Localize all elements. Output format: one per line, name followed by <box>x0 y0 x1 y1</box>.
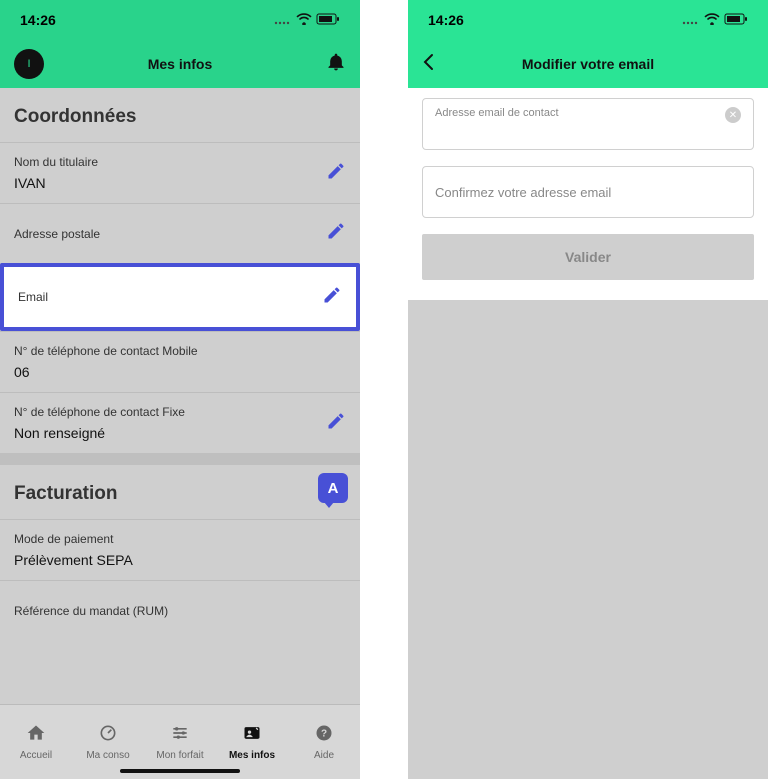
page-title: Modifier votre email <box>408 56 768 72</box>
mandate-label: Référence du mandat (RUM) <box>14 604 168 618</box>
header: I Mes infos <box>0 40 360 88</box>
edit-icon[interactable] <box>326 411 346 436</box>
edit-icon[interactable] <box>326 161 346 186</box>
payment-value: Prélèvement SEPA <box>14 552 133 568</box>
wifi-icon <box>296 12 312 28</box>
cellular-icon <box>682 12 700 28</box>
payment-label: Mode de paiement <box>14 532 133 546</box>
section-divider <box>0 453 360 465</box>
wifi-icon <box>704 12 720 28</box>
row-mobile-phone: N° de téléphone de contact Mobile 06 <box>0 331 360 392</box>
confirm-email-placeholder: Confirmez votre adresse email <box>435 185 611 200</box>
tab-label: Mon forfait <box>156 750 203 761</box>
help-icon: ? <box>314 723 334 746</box>
validate-button[interactable]: Valider <box>422 234 754 280</box>
status-icons <box>274 12 340 28</box>
tab-label: Mes infos <box>229 750 275 761</box>
notifications-icon[interactable] <box>326 52 346 77</box>
mobile-value: 06 <box>14 364 198 380</box>
tab-accueil[interactable]: Accueil <box>0 705 72 779</box>
status-bar: 14:26 <box>0 0 360 40</box>
back-button[interactable] <box>422 53 436 76</box>
clear-icon[interactable]: ✕ <box>725 107 741 123</box>
confirm-email-input[interactable]: Confirmez votre adresse email <box>422 166 754 218</box>
tab-bar: Accueil Ma conso Mon forfait Mes infos ?… <box>0 704 360 779</box>
row-email-highlighted[interactable]: Email <box>0 263 360 331</box>
screenshot-gap <box>360 0 408 779</box>
phone-left-my-info: 14:26 I Mes infos Coordonnées Nom du tit… <box>0 0 360 779</box>
status-icons <box>682 12 748 28</box>
user-card-icon <box>242 723 262 746</box>
tab-mon-forfait[interactable]: Mon forfait <box>144 705 216 779</box>
tab-aide[interactable]: ? Aide <box>288 705 360 779</box>
mobile-label: N° de téléphone de contact Mobile <box>14 344 198 358</box>
status-time: 14:26 <box>20 12 56 28</box>
home-icon <box>26 723 46 746</box>
avatar[interactable]: I <box>14 49 44 79</box>
row-holder-name: Nom du titulaire IVAN <box>0 142 360 203</box>
postal-label: Adresse postale <box>14 227 100 241</box>
annotation-marker-a: A <box>318 473 348 503</box>
tab-ma-conso[interactable]: Ma conso <box>72 705 144 779</box>
battery-icon <box>724 12 748 28</box>
row-postal-address: Adresse postale <box>0 203 360 263</box>
battery-icon <box>316 12 340 28</box>
email-label: Email <box>18 290 48 304</box>
tab-label: Accueil <box>20 750 52 761</box>
header: Modifier votre email <box>408 40 768 88</box>
fixed-label: N° de téléphone de contact Fixe <box>14 405 185 419</box>
tab-mes-infos[interactable]: Mes infos <box>216 705 288 779</box>
svg-text:?: ? <box>321 728 327 739</box>
page-title: Mes infos <box>0 56 360 72</box>
row-payment-mode: Mode de paiement Prélèvement SEPA <box>0 519 360 580</box>
tab-label: Ma conso <box>86 750 129 761</box>
content-scroll[interactable]: Coordonnées Nom du titulaire IVAN Adress… <box>0 88 360 704</box>
fixed-value: Non renseigné <box>14 425 185 441</box>
email-input[interactable]: Adresse email de contact ✕ <box>422 98 754 150</box>
section-facturation-title: Facturation <box>0 465 360 519</box>
tab-label: Aide <box>314 750 334 761</box>
phone-right-edit-email: 14:26 Modifier votre email Adresse email… <box>408 0 768 779</box>
section-coordonnees-title: Coordonnées <box>0 88 360 142</box>
status-time: 14:26 <box>428 12 464 28</box>
row-fixed-phone: N° de téléphone de contact Fixe Non rens… <box>0 392 360 453</box>
holder-value: IVAN <box>14 175 98 191</box>
cellular-icon <box>274 12 292 28</box>
email-input-label: Adresse email de contact <box>435 107 559 119</box>
holder-label: Nom du titulaire <box>14 155 98 169</box>
validate-label: Valider <box>565 249 611 265</box>
home-indicator <box>120 769 240 773</box>
content: Adresse email de contact ✕ Confirmez vot… <box>408 88 768 779</box>
empty-area <box>408 312 768 779</box>
sliders-icon <box>170 723 190 746</box>
row-mandate-ref: Référence du mandat (RUM) <box>0 580 360 640</box>
email-form: Adresse email de contact ✕ Confirmez vot… <box>408 88 768 300</box>
edit-icon[interactable] <box>322 285 342 310</box>
status-bar: 14:26 <box>408 0 768 40</box>
gauge-icon <box>98 723 118 746</box>
edit-icon[interactable] <box>326 221 346 246</box>
